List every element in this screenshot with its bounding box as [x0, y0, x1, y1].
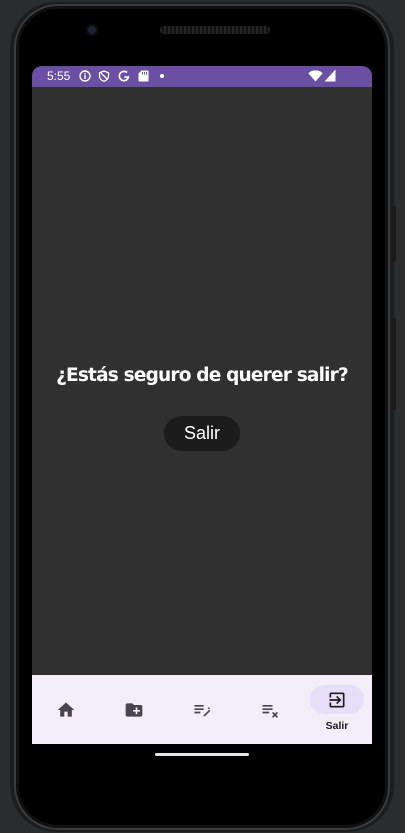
active-indicator [310, 685, 364, 714]
main-content: ¿Estás seguro de querer salir? Salir [32, 87, 372, 675]
exit-confirmation-text: ¿Estás seguro de querer salir? [56, 365, 349, 386]
status-time: 5:55 [47, 69, 71, 83]
logout-icon [329, 692, 345, 708]
app-screen: 5:55 ¿Estás seguro de querer salir? Sali… [32, 66, 372, 744]
info-icon [79, 70, 91, 82]
shield-icon [98, 70, 110, 82]
nav-item-home[interactable] [32, 675, 100, 744]
delete-list-icon [262, 705, 278, 718]
front-camera [86, 24, 98, 36]
dot-icon [160, 74, 164, 78]
home-indicator[interactable] [155, 753, 249, 756]
exit-button[interactable]: Salir [164, 416, 240, 451]
google-icon [118, 70, 130, 82]
nav-item-add-folder[interactable] [100, 675, 168, 744]
nav-label-salir: Salir [325, 720, 349, 732]
edit-list-icon [194, 705, 211, 717]
volume-button [392, 206, 396, 262]
status-bar: 5:55 [32, 66, 372, 87]
nav-item-delete-list[interactable] [236, 675, 304, 744]
earpiece-speaker [160, 26, 270, 34]
signal-icon [324, 69, 336, 82]
wifi-icon [308, 70, 323, 82]
power-button [392, 318, 396, 410]
nav-item-edit-list[interactable] [168, 675, 236, 744]
sd-card-icon [138, 70, 149, 82]
nav-item-salir[interactable]: Salir [300, 675, 372, 744]
folder-add-icon [125, 703, 143, 717]
home-icon [57, 702, 75, 717]
bottom-navigation-bar: Salir [32, 675, 372, 744]
